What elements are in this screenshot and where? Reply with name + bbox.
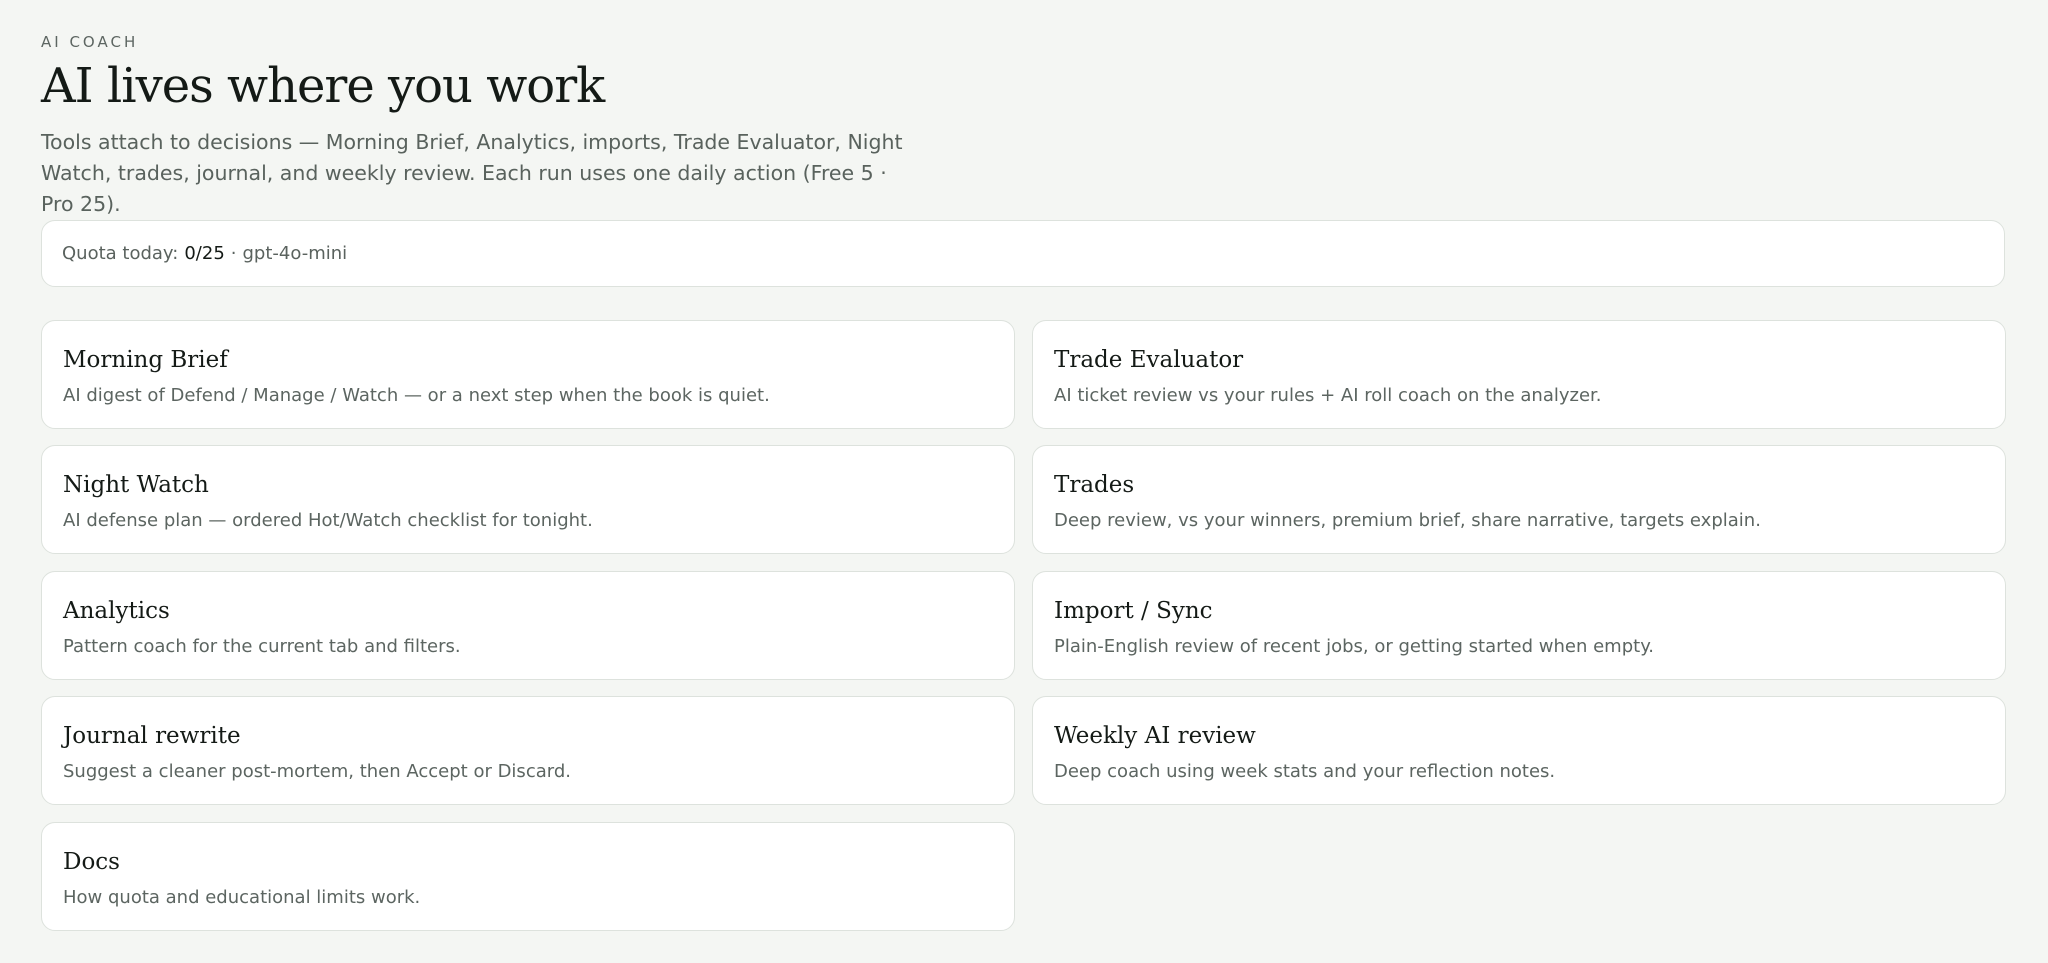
- tool-card-title: Docs: [63, 849, 120, 875]
- quota-model: gpt-4o-mini: [242, 243, 348, 264]
- tool-card-title: Morning Brief: [63, 347, 228, 373]
- quota-value: 0/25: [184, 243, 225, 264]
- quota-label: Quota today:: [62, 243, 179, 264]
- quota-separator: ·: [230, 243, 237, 264]
- tool-card-description: Suggest a cleaner post-mortem, then Acce…: [63, 761, 571, 782]
- tool-card-description: Pattern coach for the current tab and fi…: [63, 636, 461, 657]
- quota-bar: Quota today: 0/25 · gpt-4o-mini: [41, 220, 2005, 287]
- tool-card-morning-brief[interactable]: Morning Brief AI digest of Defend / Mana…: [41, 320, 1015, 429]
- section-eyebrow: AI COACH: [41, 33, 139, 51]
- tool-card-night-watch[interactable]: Night Watch AI defense plan — ordered Ho…: [41, 445, 1015, 554]
- tool-card-description: Plain-English review of recent jobs, or …: [1054, 636, 1655, 657]
- tool-card-docs[interactable]: Docs How quota and educational limits wo…: [41, 822, 1015, 931]
- page-title: AI lives where you work: [41, 58, 605, 114]
- tool-card-weekly-ai-review[interactable]: Weekly AI review Deep coach using week s…: [1032, 696, 2006, 805]
- tool-card-title: Journal rewrite: [63, 723, 241, 749]
- tool-card-title: Import / Sync: [1054, 598, 1213, 624]
- tool-card-description: Deep review, vs your winners, premium br…: [1054, 510, 1761, 531]
- page-subtitle: Tools attach to decisions — Morning Brie…: [41, 130, 903, 216]
- tool-card-description: AI defense plan — ordered Hot/Watch chec…: [63, 510, 593, 531]
- tool-card-title: Weekly AI review: [1054, 723, 1256, 749]
- tool-card-trades[interactable]: Trades Deep review, vs your winners, pre…: [1032, 445, 2006, 554]
- tool-card-journal-rewrite[interactable]: Journal rewrite Suggest a cleaner post-m…: [41, 696, 1015, 805]
- tool-card-title: Analytics: [63, 598, 170, 624]
- tool-card-description: Deep coach using week stats and your ref…: [1054, 761, 1556, 782]
- tool-card-title: Trade Evaluator: [1054, 347, 1244, 373]
- tool-card-trade-evaluator[interactable]: Trade Evaluator AI ticket review vs your…: [1032, 320, 2006, 429]
- tool-card-description: AI digest of Defend / Manage / Watch — o…: [63, 385, 770, 406]
- tool-card-analytics[interactable]: Analytics Pattern coach for the current …: [41, 571, 1015, 680]
- tool-card-description: AI ticket review vs your rules + AI roll…: [1054, 385, 1602, 406]
- tool-card-title: Night Watch: [63, 472, 209, 498]
- tool-card-title: Trades: [1054, 472, 1135, 498]
- tool-card-description: How quota and educational limits work.: [63, 887, 421, 908]
- tool-card-import-sync[interactable]: Import / Sync Plain-English review of re…: [1032, 571, 2006, 680]
